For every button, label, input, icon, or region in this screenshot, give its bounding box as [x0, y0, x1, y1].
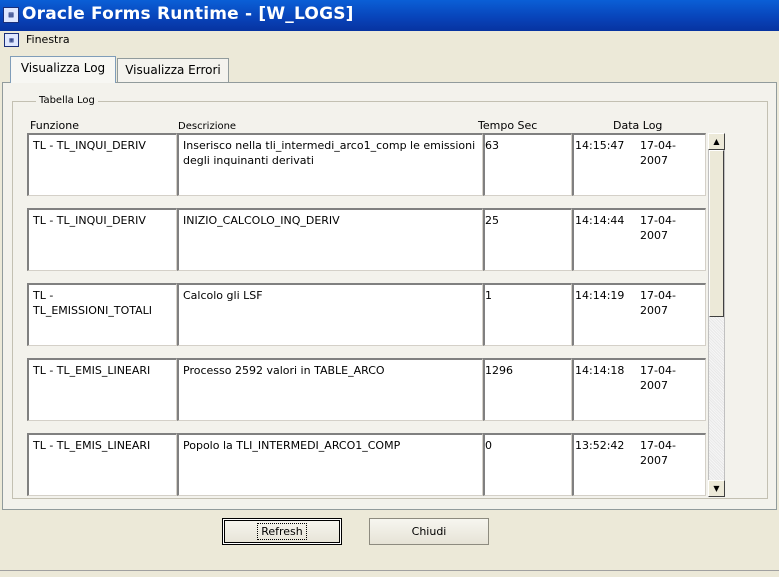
chiudi-button[interactable]: Chiudi — [369, 518, 489, 545]
window-menu-icon[interactable]: ▦ — [4, 33, 19, 47]
cell-funzione[interactable]: TL - TL_INQUI_DERIV — [27, 208, 177, 271]
tab-visualizza-log[interactable]: Visualizza Log — [10, 56, 116, 83]
refresh-button[interactable]: Refresh — [222, 518, 342, 545]
cell-data-log[interactable]: 13:52:42 17-04-2007 — [572, 433, 706, 496]
group-label: Tabella Log — [36, 95, 98, 106]
column-header-funzione: Funzione — [30, 119, 79, 132]
tab-visualizza-errori[interactable]: Visualizza Errori — [117, 58, 229, 82]
menu-bar: ▦ Finestra — [0, 31, 779, 49]
cell-descrizione[interactable]: Processo 2592 valori in TABLE_ARCO — [177, 358, 483, 421]
cell-tempo[interactable]: 63 — [483, 133, 572, 196]
oracle-forms-icon[interactable]: ▦ — [3, 7, 19, 23]
menu-finestra[interactable]: Finestra — [26, 33, 70, 46]
cell-tempo[interactable]: 1 — [483, 283, 572, 346]
cell-data-log[interactable]: 14:15:47 17-04-2007 — [572, 133, 706, 196]
cell-tempo[interactable]: 1296 — [483, 358, 572, 421]
cell-tempo[interactable]: 0 — [483, 433, 572, 496]
scroll-up-button[interactable]: ▲ — [708, 133, 725, 150]
cell-descrizione[interactable]: Calcolo gli LSF — [177, 283, 483, 346]
cell-data-log[interactable]: 14:14:18 17-04-2007 — [572, 358, 706, 421]
cell-funzione[interactable]: TL - TL_EMIS_LINEARI — [27, 358, 177, 421]
cell-tempo[interactable]: 25 — [483, 208, 572, 271]
cell-descrizione[interactable]: Inserisco nella tli_intermedi_arco1_comp… — [177, 133, 483, 196]
scrollbar-thumb[interactable] — [709, 150, 724, 317]
cell-funzione[interactable]: TL - TL_EMISSIONI_TOTALI — [27, 283, 177, 346]
cell-descrizione[interactable]: Popolo la TLI_INTERMEDI_ARCO1_COMP — [177, 433, 483, 496]
column-header-data: Data Log — [613, 119, 663, 132]
cell-funzione[interactable]: TL - TL_EMIS_LINEARI — [27, 433, 177, 496]
cell-descrizione[interactable]: INIZIO_CALCOLO_INQ_DERIV — [177, 208, 483, 271]
window-title: Oracle Forms Runtime - [W_LOGS] — [22, 4, 354, 24]
scroll-down-button[interactable]: ▼ — [708, 480, 725, 497]
cell-funzione[interactable]: TL - TL_INQUI_DERIV — [27, 133, 177, 196]
cell-data-log[interactable]: 14:14:19 17-04-2007 — [572, 283, 706, 346]
title-bar: ▦ Oracle Forms Runtime - [W_LOGS] — [0, 0, 779, 31]
column-header-tempo: Tempo Sec — [478, 119, 538, 132]
arrow-up-icon: ▲ — [713, 137, 720, 146]
column-header-descrizione: Descrizione — [178, 121, 237, 132]
arrow-down-icon: ▼ — [713, 484, 720, 493]
cell-data-log[interactable]: 14:14:44 17-04-2007 — [572, 208, 706, 271]
